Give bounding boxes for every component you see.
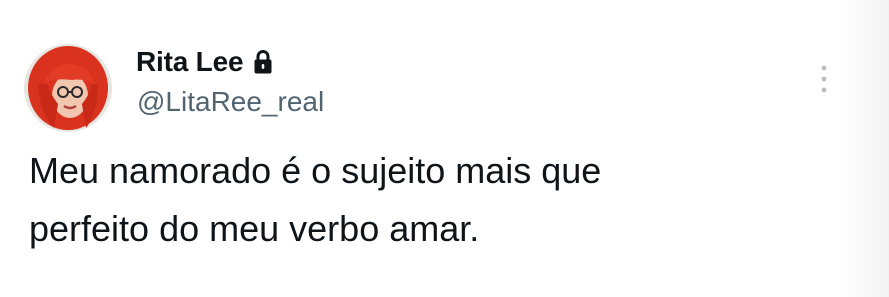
author-handle[interactable]: @LitaRee_real	[137, 86, 324, 118]
tweet-card: Rita Lee @LitaRee_real Meu namorado é o …	[0, 0, 889, 297]
lock-icon	[253, 49, 273, 75]
display-name[interactable]: Rita Lee	[136, 46, 244, 78]
author-row: Rita Lee	[136, 42, 273, 82]
tweet-text-line: Meu namorado é o sujeito mais que	[29, 150, 602, 191]
more-options-icon[interactable]	[812, 62, 836, 96]
avatar[interactable]	[24, 44, 112, 132]
edge-shade	[841, 0, 889, 297]
avatar-photo-icon	[24, 44, 112, 132]
tweet-text-line: perfeito do meu verbo amar.	[29, 208, 480, 249]
tweet-text: Meu namorado é o sujeito mais que perfei…	[29, 142, 799, 258]
